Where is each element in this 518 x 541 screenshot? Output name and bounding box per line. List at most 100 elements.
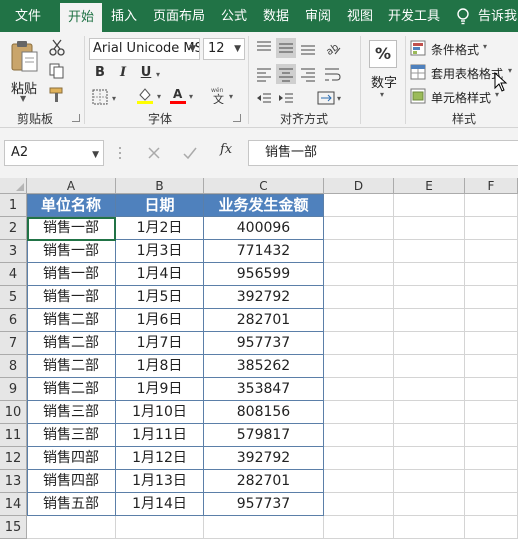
table-cell[interactable]: 销售一部 [27, 263, 116, 286]
row-header-14[interactable]: 14 [0, 493, 27, 516]
cell-d11[interactable] [324, 424, 394, 447]
cell-e2[interactable] [394, 217, 465, 240]
align-right-icon[interactable] [298, 64, 318, 84]
cell-b15[interactable] [116, 516, 204, 539]
table-cell[interactable]: 销售四部 [27, 447, 116, 470]
column-header-d[interactable]: D [324, 178, 394, 194]
cell-f6[interactable] [465, 309, 518, 332]
table-cell[interactable]: 销售二部 [27, 332, 116, 355]
phonetic-guide-icon[interactable]: wén 文 [210, 86, 228, 104]
check-icon[interactable] [182, 145, 198, 161]
clipboard-dialog-launcher[interactable] [72, 114, 80, 122]
cell-f1[interactable] [465, 194, 518, 217]
table-cell[interactable]: 销售四部 [27, 470, 116, 493]
table-cell[interactable]: 353847 [204, 378, 324, 401]
cell-e13[interactable] [394, 470, 465, 493]
tab-data[interactable]: 数据 [256, 0, 296, 32]
table-cell[interactable]: 1月2日 [116, 217, 204, 240]
chevron-down-icon[interactable]: ▾ [112, 94, 116, 103]
cell-d6[interactable] [324, 309, 394, 332]
cell-e10[interactable] [394, 401, 465, 424]
row-header-5[interactable]: 5 [0, 286, 27, 309]
decrease-indent-icon[interactable] [254, 88, 274, 108]
merge-center-icon[interactable] [316, 88, 336, 108]
chevron-down-icon[interactable]: ▼ [20, 94, 26, 103]
table-cell[interactable]: 销售三部 [27, 424, 116, 447]
bold-button[interactable]: B [91, 64, 109, 82]
cell-e4[interactable] [394, 263, 465, 286]
formula-input[interactable]: 销售一部 [248, 140, 518, 166]
chevron-down-icon[interactable]: ▾ [380, 90, 384, 99]
name-box[interactable]: A2 ▼ [4, 140, 104, 166]
cell-f4[interactable] [465, 263, 518, 286]
font-color-icon[interactable]: A [169, 86, 187, 104]
cell-d9[interactable] [324, 378, 394, 401]
cell-f12[interactable] [465, 447, 518, 470]
cell-f8[interactable] [465, 355, 518, 378]
cell-d1[interactable] [324, 194, 394, 217]
cell-d2[interactable] [324, 217, 394, 240]
table-cell[interactable]: 282701 [204, 309, 324, 332]
cell-d13[interactable] [324, 470, 394, 493]
cancel-icon[interactable] [146, 145, 162, 161]
cell-e14[interactable] [394, 493, 465, 516]
align-left-icon[interactable] [254, 64, 274, 84]
conditional-formatting-button[interactable]: 条件格式 ▾ [410, 38, 518, 58]
table-cell[interactable]: 392792 [204, 447, 324, 470]
table-cell[interactable]: 销售二部 [27, 309, 116, 332]
table-cell[interactable]: 销售二部 [27, 355, 116, 378]
table-cell[interactable]: 销售五部 [27, 493, 116, 516]
cell-d3[interactable] [324, 240, 394, 263]
cell-e11[interactable] [394, 424, 465, 447]
row-header-6[interactable]: 6 [0, 309, 27, 332]
row-header-13[interactable]: 13 [0, 470, 27, 493]
row-header-10[interactable]: 10 [0, 401, 27, 424]
tab-developer[interactable]: 开发工具 [382, 0, 446, 32]
lightbulb-icon[interactable] [456, 8, 470, 26]
row-header-1[interactable]: 1 [0, 194, 27, 217]
border-icon[interactable] [91, 88, 109, 106]
row-header-7[interactable]: 7 [0, 332, 27, 355]
table-cell[interactable]: 282701 [204, 470, 324, 493]
cell-e7[interactable] [394, 332, 465, 355]
cell-e9[interactable] [394, 378, 465, 401]
cell-e6[interactable] [394, 309, 465, 332]
table-header-cell[interactable]: 单位名称 [27, 194, 116, 217]
fill-color-icon[interactable] [136, 86, 154, 104]
table-cell[interactable]: 1月3日 [116, 240, 204, 263]
tab-formulas[interactable]: 公式 [214, 0, 254, 32]
row-header-9[interactable]: 9 [0, 378, 27, 401]
chevron-down-icon[interactable]: ▾ [156, 70, 160, 79]
tell-me-search[interactable]: 告诉我 [478, 0, 518, 32]
table-cell[interactable]: 956599 [204, 263, 324, 286]
font-dialog-launcher[interactable] [233, 114, 241, 122]
tab-review[interactable]: 审阅 [298, 0, 338, 32]
table-cell[interactable]: 销售三部 [27, 401, 116, 424]
row-header-8[interactable]: 8 [0, 355, 27, 378]
copy-icon[interactable] [48, 62, 66, 80]
cell-f2[interactable] [465, 217, 518, 240]
tab-home[interactable]: 开始 [60, 3, 102, 32]
select-all-button[interactable] [0, 178, 27, 194]
cell-d14[interactable] [324, 493, 394, 516]
cell-f5[interactable] [465, 286, 518, 309]
chevron-down-icon[interactable]: ▾ [189, 92, 193, 101]
chevron-down-icon[interactable]: ▾ [229, 92, 233, 101]
table-cell[interactable]: 1月8日 [116, 355, 204, 378]
tab-view[interactable]: 视图 [340, 0, 380, 32]
chevron-down-icon[interactable]: ▾ [337, 94, 341, 103]
resize-handle-icon[interactable] [118, 145, 122, 161]
align-center-icon[interactable] [276, 64, 296, 84]
tab-page-layout[interactable]: 页面布局 [146, 0, 212, 32]
cell-d4[interactable] [324, 263, 394, 286]
cut-icon[interactable] [48, 38, 66, 56]
row-header-2[interactable]: 2 [0, 217, 27, 240]
align-bottom-icon[interactable] [298, 38, 318, 58]
orientation-icon[interactable]: ab [322, 38, 342, 58]
chevron-down-icon[interactable]: ▾ [157, 92, 161, 101]
paste-button[interactable]: 粘贴 ▼ [6, 38, 42, 103]
cell-f15[interactable] [465, 516, 518, 539]
italic-button[interactable]: I [114, 64, 132, 82]
wrap-text-icon[interactable] [322, 64, 342, 84]
column-header-b[interactable]: B [116, 178, 204, 194]
